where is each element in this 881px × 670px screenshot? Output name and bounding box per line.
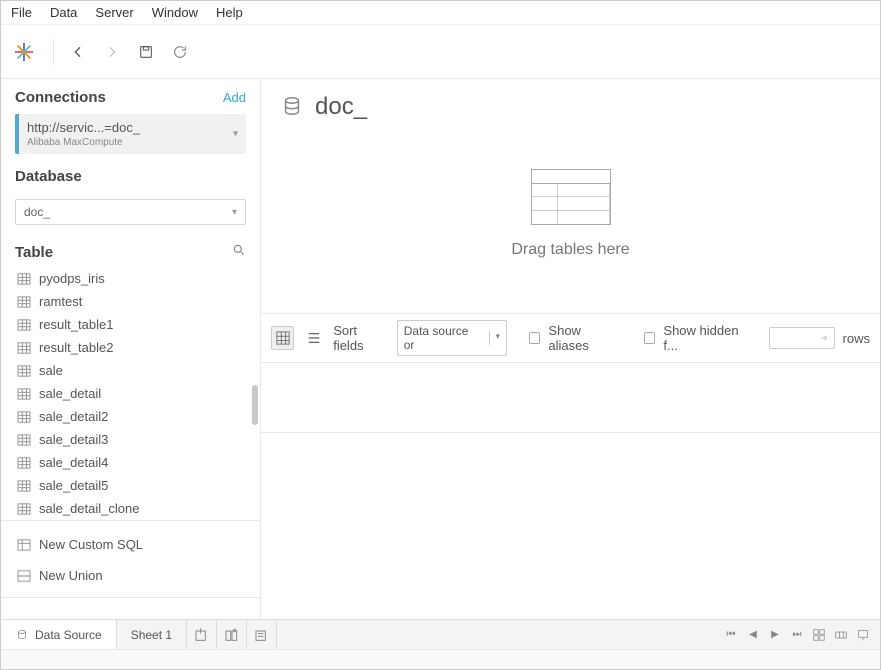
toolbar	[1, 25, 880, 79]
new-custom-sql-label: New Custom SQL	[39, 537, 143, 552]
connection-title: http://servic...=doc_	[27, 120, 238, 135]
new-worksheet-button[interactable]	[187, 620, 217, 649]
table-item[interactable]: result_table2	[9, 336, 252, 359]
datasource-title-text: doc_	[315, 93, 367, 120]
show-hidden-label: Show hidden f...	[663, 323, 753, 353]
refresh-button[interactable]	[166, 38, 194, 66]
table-drop-zone[interactable]: Drag tables here	[261, 121, 880, 307]
rows-label: rows	[843, 331, 870, 346]
menu-data[interactable]: Data	[50, 5, 77, 20]
menu-bar: File Data Server Window Help	[1, 1, 880, 25]
nav-last-button[interactable]: ⏭	[788, 626, 806, 644]
show-aliases-label: Show aliases	[548, 323, 622, 353]
database-select[interactable]: doc_ ▾	[15, 199, 246, 225]
datasource-title[interactable]: doc_	[315, 93, 367, 121]
chevron-down-icon: ▾	[232, 207, 237, 218]
connection-subtitle: Alibaba MaxCompute	[27, 137, 238, 148]
tab-sheet1-label: Sheet 1	[131, 628, 172, 642]
show-hidden-checkbox[interactable]	[644, 332, 656, 344]
table-name: result_table1	[39, 317, 113, 332]
tab-data-source[interactable]: Data Source	[1, 620, 117, 649]
show-tabs-button[interactable]	[810, 626, 828, 644]
table-name: sale_detail3	[39, 432, 108, 447]
presentation-mode-button[interactable]	[854, 626, 872, 644]
canvas-area: doc_ Drag tables here Sort fields Data s…	[261, 79, 880, 619]
table-name: ramtest	[39, 294, 82, 309]
new-custom-sql[interactable]: New Custom SQL	[1, 529, 260, 560]
tab-data-source-label: Data Source	[35, 628, 102, 642]
tableau-logo-icon	[13, 41, 35, 63]
menu-file[interactable]: File	[11, 5, 32, 20]
table-item[interactable]: sale_detail	[9, 382, 252, 405]
menu-help[interactable]: Help	[216, 5, 243, 20]
table-item[interactable]: sale_detail5	[9, 474, 252, 497]
nav-first-button[interactable]: ⏮	[722, 626, 740, 644]
nav-next-button[interactable]: ▶	[766, 626, 784, 644]
data-preview-area	[261, 363, 880, 433]
search-icon[interactable]	[232, 243, 246, 261]
table-name: sale_detail_clone	[39, 501, 139, 516]
show-aliases-checkbox[interactable]	[529, 332, 541, 344]
preview-options-bar: Sort fields Data source or ▾ Show aliase…	[261, 313, 880, 363]
table-item[interactable]: sale_detail4	[9, 451, 252, 474]
sort-fields-label: Sort fields	[333, 323, 389, 353]
nav-prev-button[interactable]: ◀	[744, 626, 762, 644]
chevron-down-icon: ▾	[489, 331, 501, 345]
table-name: sale	[39, 363, 63, 378]
table-list: pyodps_iris ramtest result_table1 result…	[1, 267, 260, 520]
table-name: result_table2	[39, 340, 113, 355]
forward-button[interactable]	[98, 38, 126, 66]
tab-sheet1[interactable]: Sheet 1	[117, 620, 187, 649]
add-connection-link[interactable]: Add	[223, 90, 246, 105]
left-panel: Connections Add http://servic...=doc_ Al…	[1, 79, 261, 619]
connections-heading: Connections	[15, 89, 106, 106]
menu-window[interactable]: Window	[152, 5, 198, 20]
datasource-icon	[281, 95, 303, 120]
table-item[interactable]: pyodps_iris	[9, 267, 252, 290]
save-button[interactable]	[132, 38, 160, 66]
table-item[interactable]: sale_detail_clone	[9, 497, 252, 520]
database-heading: Database	[15, 168, 82, 185]
table-name: pyodps_iris	[39, 271, 105, 286]
table-placeholder-icon	[531, 169, 611, 225]
back-button[interactable]	[64, 38, 92, 66]
menu-server[interactable]: Server	[95, 5, 133, 20]
table-name: sale_detail	[39, 386, 101, 401]
sheet-tabs: Data Source Sheet 1 ⏮ ◀ ▶ ⏭	[1, 619, 880, 649]
list-view-button[interactable]	[302, 326, 325, 350]
new-union-label: New Union	[39, 568, 103, 583]
drop-zone-text: Drag tables here	[511, 241, 629, 259]
grid-view-button[interactable]	[271, 326, 294, 350]
table-item[interactable]: result_table1	[9, 313, 252, 336]
table-name: sale_detail5	[39, 478, 108, 493]
chevron-down-icon[interactable]: ▾	[233, 129, 238, 140]
rows-input[interactable]	[769, 327, 835, 349]
new-union[interactable]: New Union	[1, 560, 260, 591]
table-item[interactable]: sale_detail3	[9, 428, 252, 451]
sort-fields-value: Data source or	[404, 324, 479, 352]
table-name: sale_detail4	[39, 455, 108, 470]
table-name: sale_detail2	[39, 409, 108, 424]
show-filmstrip-button[interactable]	[832, 626, 850, 644]
status-bar	[1, 649, 880, 669]
table-heading: Table	[15, 244, 53, 261]
connection-item[interactable]: http://servic...=doc_ Alibaba MaxCompute…	[15, 114, 246, 154]
database-value: doc_	[24, 205, 50, 219]
table-item[interactable]: ramtest	[9, 290, 252, 313]
table-item[interactable]: sale	[9, 359, 252, 382]
scrollbar-thumb[interactable]	[252, 385, 258, 425]
table-item[interactable]: sale_detail2	[9, 405, 252, 428]
new-dashboard-button[interactable]	[217, 620, 247, 649]
sort-fields-select[interactable]: Data source or ▾	[397, 320, 507, 356]
new-story-button[interactable]	[247, 620, 277, 649]
